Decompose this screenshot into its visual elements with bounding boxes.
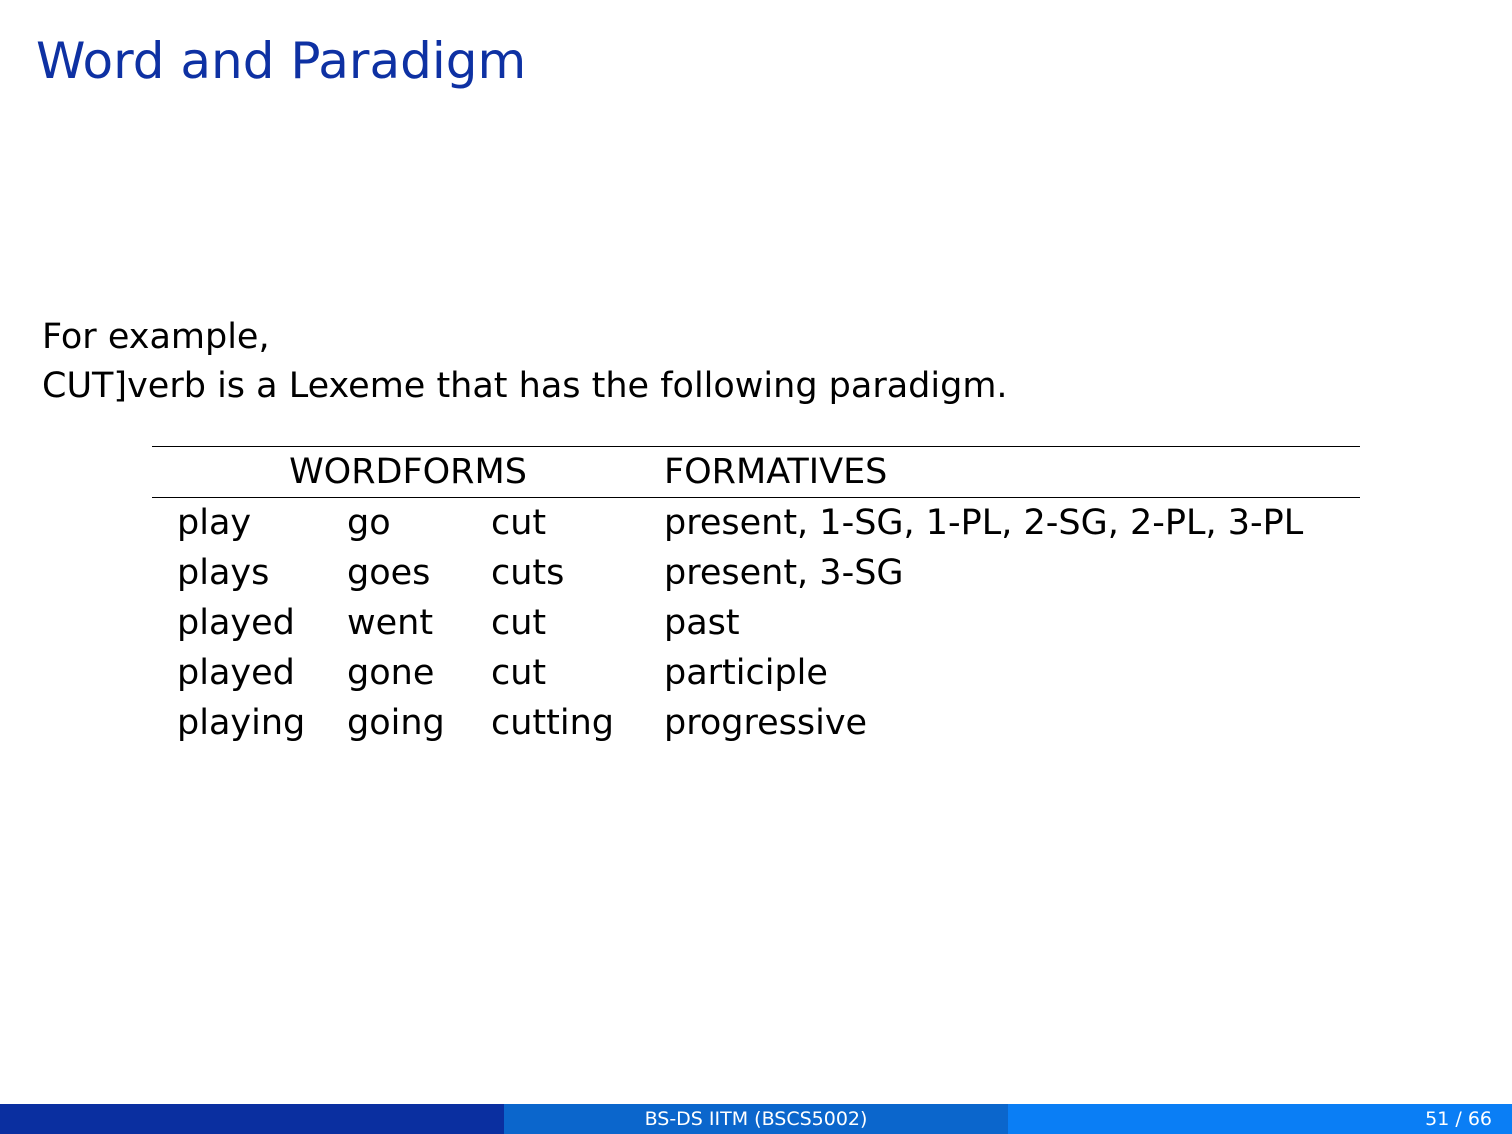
- footer-bar: BS-DS IITM (BSCS5002) 51 / 66: [0, 1104, 1512, 1134]
- table-header: WORDFORMS FORMATIVES: [152, 446, 1360, 498]
- header-formatives: FORMATIVES: [664, 452, 888, 492]
- cell-go-form: go: [347, 503, 391, 543]
- slide-title: Word and Paradigm: [36, 32, 527, 90]
- cell-formative: past: [664, 603, 740, 643]
- cell-formative: present, 3-SG: [664, 553, 904, 593]
- cell-cut-form: cuts: [491, 553, 565, 593]
- intro-line-2: CUT]verb is a Lexeme that has the follow…: [42, 366, 1008, 406]
- footer-left: [0, 1104, 504, 1134]
- cell-cut-form: cutting: [491, 703, 614, 743]
- paradigm-table: WORDFORMS FORMATIVES play go cut present…: [152, 446, 1360, 748]
- footer-course-label: BS-DS IITM (BSCS5002): [504, 1104, 1008, 1134]
- header-wordforms: WORDFORMS: [289, 452, 527, 492]
- table-row: played gone cut participle: [152, 648, 1360, 698]
- cell-go-form: going: [347, 703, 445, 743]
- table-body: play go cut present, 1-SG, 1-PL, 2-SG, 2…: [152, 498, 1360, 749]
- cell-cut-form: cut: [491, 653, 547, 693]
- table-row: played went cut past: [152, 598, 1360, 648]
- cell-play-form: plays: [177, 553, 270, 593]
- footer-right: 51 / 66: [1008, 1104, 1512, 1134]
- page-number: 51 / 66: [1425, 1108, 1492, 1130]
- intro-text: For example, CUT]verb is a Lexeme that h…: [42, 313, 1008, 411]
- cell-play-form: played: [177, 603, 295, 643]
- cell-formative: present, 1-SG, 1-PL, 2-SG, 2-PL, 3-PL: [664, 503, 1304, 543]
- cell-go-form: went: [347, 603, 434, 643]
- cell-play-form: playing: [177, 703, 306, 743]
- table-header-row: WORDFORMS FORMATIVES: [152, 447, 1360, 498]
- cell-go-form: gone: [347, 653, 435, 693]
- table-row: plays goes cuts present, 3-SG: [152, 548, 1360, 598]
- table-row: playing going cutting progressive: [152, 698, 1360, 748]
- cell-formative: progressive: [664, 703, 868, 743]
- cell-play-form: played: [177, 653, 295, 693]
- cell-formative: participle: [664, 653, 828, 693]
- cell-cut-form: cut: [491, 603, 547, 643]
- intro-line-1: For example,: [42, 317, 270, 357]
- cell-go-form: goes: [347, 553, 431, 593]
- table-row: play go cut present, 1-SG, 1-PL, 2-SG, 2…: [152, 498, 1360, 549]
- cell-cut-form: cut: [491, 503, 547, 543]
- cell-play-form: play: [177, 503, 252, 543]
